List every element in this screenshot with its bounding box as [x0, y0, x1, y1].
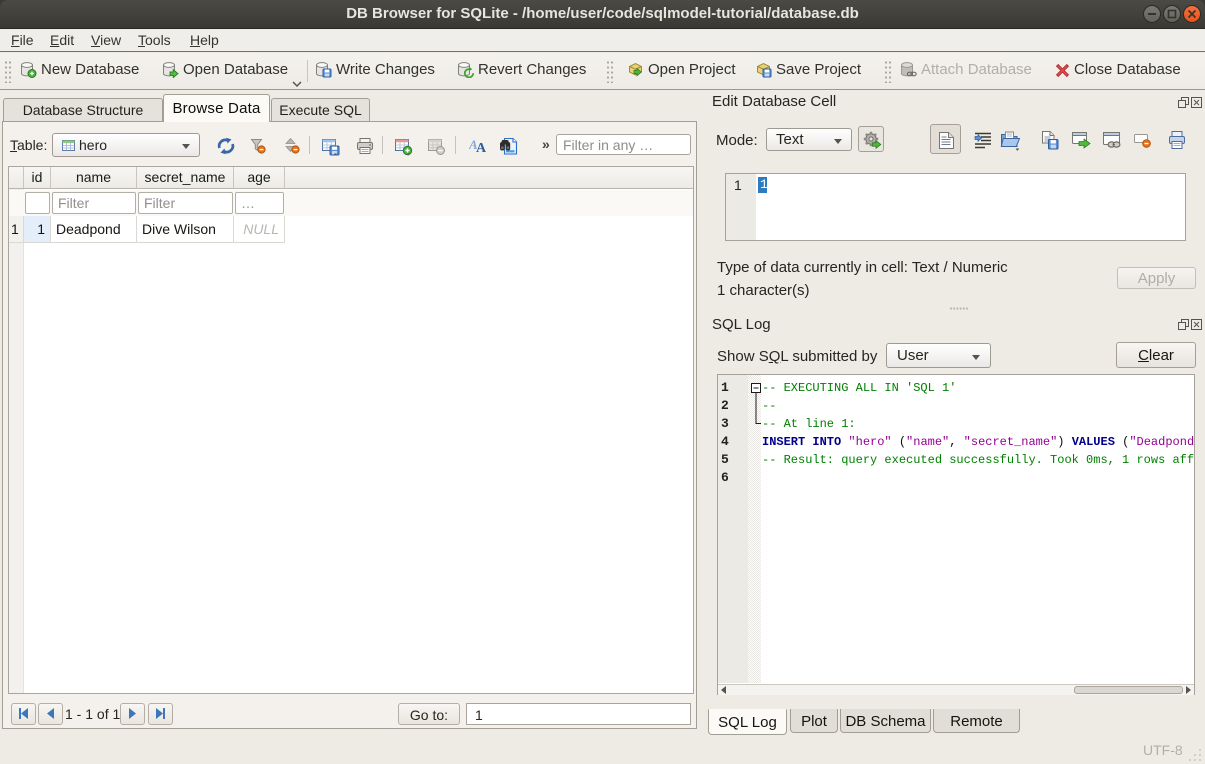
svg-text:A: A: [476, 141, 487, 154]
